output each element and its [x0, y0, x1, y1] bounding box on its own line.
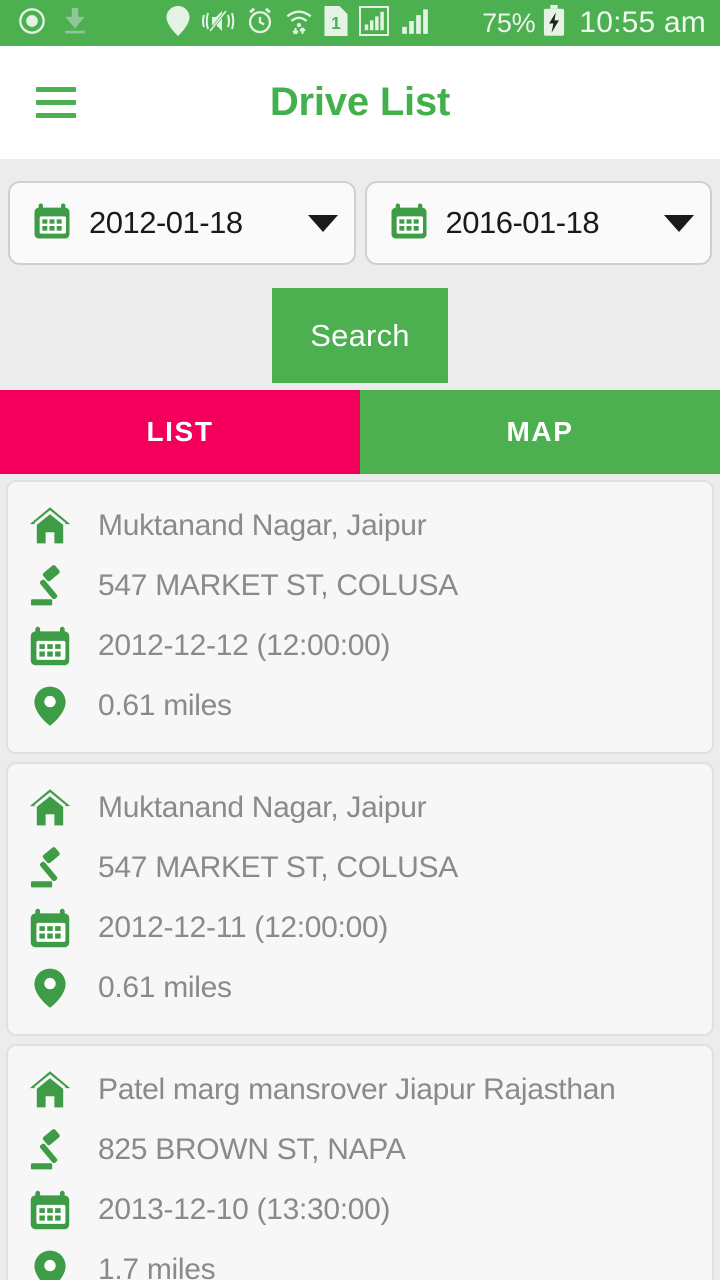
list-item-datetime-row: 2013-12-10 (13:30:00): [8, 1180, 712, 1240]
list-item-distance: 0.61 miles: [98, 689, 232, 722]
status-bar: 1 75% 10:55 am: [0, 0, 720, 46]
signal-bars-2-icon: [400, 7, 430, 40]
list-item-distance: 1.7 miles: [98, 1253, 216, 1280]
list-item-datetime: 2013-12-10 (13:30:00): [98, 1193, 391, 1226]
search-button[interactable]: Search: [272, 288, 448, 383]
gavel-icon: [24, 564, 76, 608]
list-item-auction-row: 825 BROWN ST, NAPA: [8, 1120, 712, 1180]
calendar-icon: [24, 1188, 76, 1232]
list-item-datetime: 2012-12-12 (12:00:00): [98, 629, 391, 662]
list-item[interactable]: Patel marg mansrover Jiapur Rajasthan 82…: [6, 1044, 714, 1280]
list-item-datetime-row: 2012-12-12 (12:00:00): [8, 616, 712, 676]
calendar-icon: [32, 201, 72, 246]
from-date-select[interactable]: 2012-01-18: [8, 181, 356, 265]
home-icon: [24, 786, 76, 830]
list-item-address-row: Patel marg mansrover Jiapur Rajasthan: [8, 1060, 712, 1120]
list-item[interactable]: Muktanand Nagar, Jaipur 547 MARKET ST, C…: [6, 762, 714, 1036]
list-item-datetime: 2012-12-11 (12:00:00): [98, 911, 389, 944]
alarm-clock-icon: [246, 7, 274, 40]
view-mode-tabs: LIST MAP: [0, 390, 720, 474]
to-date-select[interactable]: 2016-01-18: [364, 181, 712, 265]
wifi-transfer-icon: [285, 7, 313, 40]
from-date-value: 2012-01-18: [89, 205, 243, 240]
calendar-icon: [24, 906, 76, 950]
list-item-auction-address: 547 MARKET ST, COLUSA: [98, 569, 458, 602]
battery-charging-icon: [542, 4, 566, 42]
status-bar-notification-icons: 1: [166, 5, 430, 41]
filter-panel: 2012-01-18 2016-01-18 Search: [0, 159, 720, 390]
list-item-address: Muktanand Nagar, Jaipur: [98, 509, 427, 542]
calendar-icon: [24, 624, 76, 668]
list-item-auction-address: 825 BROWN ST, NAPA: [98, 1133, 406, 1166]
mute-vibrate-icon: [201, 7, 235, 40]
location-pin-icon: [166, 5, 190, 41]
list-item-auction-row: 547 MARKET ST, COLUSA: [8, 838, 712, 898]
clock-label: 10:55 am: [579, 6, 706, 39]
home-icon: [24, 504, 76, 548]
tab-map[interactable]: MAP: [360, 390, 720, 474]
to-date-value: 2016-01-18: [445, 205, 600, 240]
list-item-datetime-row: 2012-12-11 (12:00:00): [8, 898, 712, 958]
map-pin-icon: [24, 684, 76, 728]
chevron-down-icon[interactable]: [307, 214, 338, 232]
home-icon: [24, 1068, 76, 1112]
list-item[interactable]: Muktanand Nagar, Jaipur 547 MARKET ST, C…: [6, 480, 714, 754]
list-item-distance-row: 0.61 miles: [8, 676, 712, 736]
drive-list[interactable]: Muktanand Nagar, Jaipur 547 MARKET ST, C…: [0, 474, 720, 1280]
sim-card-1-icon: 1: [324, 5, 348, 41]
gavel-icon: [24, 846, 76, 890]
list-item-auction-address: 547 MARKET ST, COLUSA: [98, 851, 458, 884]
status-bar-right: 75% 10:55 am: [482, 4, 706, 42]
page-title: Drive List: [269, 80, 451, 124]
list-item-distance-row: 1.7 miles: [8, 1240, 712, 1280]
list-item-address-row: Muktanand Nagar, Jaipur: [8, 496, 712, 556]
battery-percent-label: 75%: [482, 7, 536, 38]
search-button-wrap: Search: [8, 288, 712, 383]
list-item-distance: 0.61 miles: [98, 971, 232, 1004]
list-item-address-row: Muktanand Nagar, Jaipur: [8, 778, 712, 838]
app-bar: Drive List: [0, 46, 720, 159]
gavel-icon: [24, 1128, 76, 1172]
calendar-icon: [389, 201, 429, 246]
list-item-distance-row: 0.61 miles: [8, 958, 712, 1018]
download-icon: [62, 7, 88, 40]
record-circle-icon: [18, 7, 46, 40]
svg-text:1: 1: [331, 13, 341, 33]
map-pin-icon: [24, 966, 76, 1010]
list-item-address: Muktanand Nagar, Jaipur: [98, 791, 427, 824]
signal-bars-1-icon: [358, 5, 390, 41]
list-item-auction-row: 547 MARKET ST, COLUSA: [8, 556, 712, 616]
map-pin-icon: [24, 1248, 76, 1280]
tab-list[interactable]: LIST: [0, 390, 360, 474]
list-item-address: Patel marg mansrover Jiapur Rajasthan: [98, 1073, 616, 1106]
chevron-down-icon[interactable]: [664, 214, 694, 232]
date-range-row: 2012-01-18 2016-01-18: [8, 181, 712, 265]
status-bar-left-icons: [18, 7, 88, 40]
